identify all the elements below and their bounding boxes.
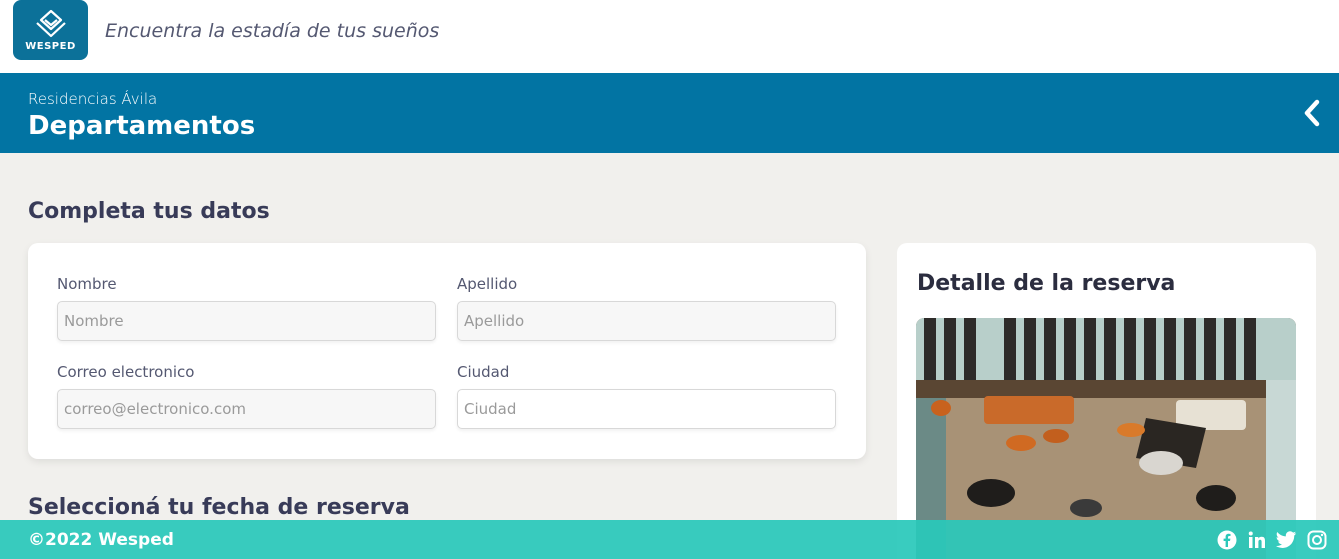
logo-text: WESPED xyxy=(25,40,76,52)
back-button[interactable] xyxy=(1299,95,1325,131)
social-links xyxy=(1216,529,1327,550)
last-name-input[interactable] xyxy=(457,301,836,341)
top-bar: WESPED Encuentra la estadía de tus sueño… xyxy=(0,0,1339,73)
wesped-logo[interactable]: WESPED xyxy=(13,0,88,60)
form-section-title: Completa tus datos xyxy=(28,199,270,224)
twitter-icon[interactable] xyxy=(1276,529,1297,550)
city-label: Ciudad xyxy=(457,363,510,381)
city-field: Ciudad xyxy=(457,363,836,429)
personal-data-form: Nombre Apellido Correo electronico Ciuda… xyxy=(28,243,866,459)
instagram-icon[interactable] xyxy=(1306,529,1327,550)
page-header: Residencias Ávila Departamentos xyxy=(0,73,1339,153)
logo-mark-icon xyxy=(35,9,66,37)
footer-copyright: ©2022 Wesped xyxy=(28,530,174,550)
detail-title: Detalle de la reserva xyxy=(917,271,1176,296)
email-label: Correo electronico xyxy=(57,363,195,381)
tagline: Encuentra la estadía de tus sueños xyxy=(105,20,440,42)
footer: ©2022 Wesped xyxy=(0,520,1339,559)
page-subtitle: Residencias Ávila xyxy=(28,90,158,108)
city-input[interactable] xyxy=(457,389,836,429)
first-name-label: Nombre xyxy=(57,275,117,293)
first-name-field: Nombre xyxy=(57,275,436,341)
email-field: Correo electronico xyxy=(57,363,436,429)
page-title: Departamentos xyxy=(28,111,256,141)
date-section-title: Seleccioná tu fecha de reserva xyxy=(28,495,410,520)
last-name-field: Apellido xyxy=(457,275,836,341)
first-name-input[interactable] xyxy=(57,301,436,341)
chevron-left-icon xyxy=(1304,99,1320,127)
facebook-icon[interactable] xyxy=(1216,529,1237,550)
email-input[interactable] xyxy=(57,389,436,429)
linkedin-icon[interactable] xyxy=(1246,529,1267,550)
last-name-label: Apellido xyxy=(457,275,518,293)
reservation-detail-card: Detalle de la reserva xyxy=(897,243,1316,559)
